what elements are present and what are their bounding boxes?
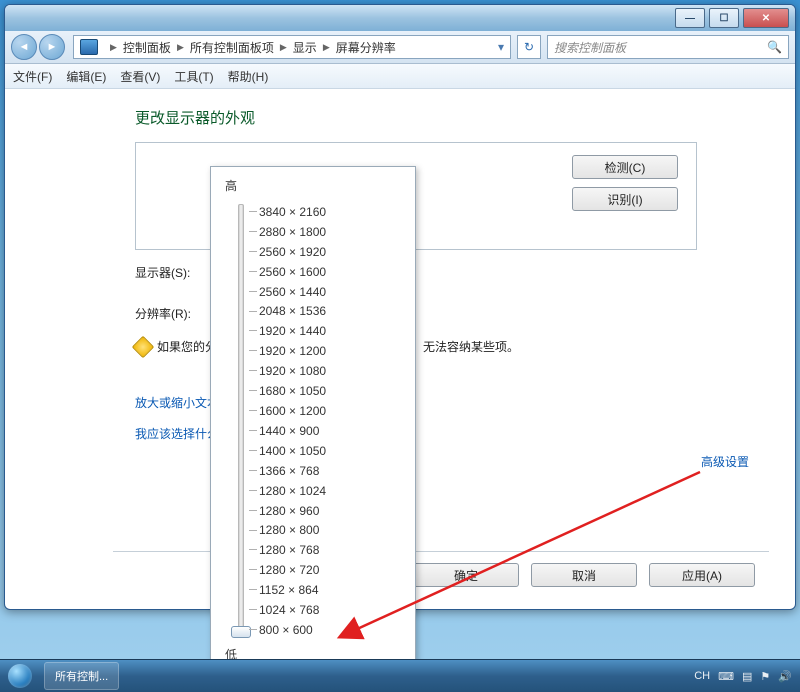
apply-button[interactable]: 应用(A) bbox=[649, 563, 755, 587]
resolution-option[interactable]: 1920 × 1440 bbox=[259, 321, 403, 341]
breadcrumb[interactable]: 所有控制面板项 bbox=[190, 39, 274, 56]
resolution-option-label: 1366 × 768 bbox=[259, 464, 319, 478]
search-input[interactable]: 搜索控制面板 🔍 bbox=[547, 35, 789, 59]
search-placeholder: 搜索控制面板 bbox=[554, 39, 626, 56]
resolution-option[interactable]: 1280 × 768 bbox=[259, 540, 403, 560]
system-tray: CH ⌨ ▤ ⚑ 🔊 bbox=[686, 660, 800, 692]
maximize-button[interactable]: ☐ bbox=[709, 8, 739, 28]
close-button[interactable]: ✕ bbox=[743, 8, 789, 28]
tray-keyboard-icon[interactable]: ⌨ bbox=[718, 670, 734, 683]
titlebar: — ☐ ✕ bbox=[5, 5, 795, 31]
menu-file[interactable]: 文件(F) bbox=[13, 68, 52, 85]
start-button[interactable] bbox=[0, 660, 40, 692]
resolution-option-label: 1280 × 960 bbox=[259, 504, 319, 518]
slider-groove bbox=[238, 204, 244, 638]
resolution-option[interactable]: 1280 × 800 bbox=[259, 521, 403, 541]
resolution-option[interactable]: 1680 × 1050 bbox=[259, 381, 403, 401]
resolution-option[interactable]: 1920 × 1200 bbox=[259, 341, 403, 361]
dropdown-icon[interactable]: ▾ bbox=[498, 40, 504, 54]
ok-button[interactable]: 确定 bbox=[413, 563, 519, 587]
resolution-option[interactable]: 3840 × 2160 bbox=[259, 202, 403, 222]
resolution-option-label: 2560 × 1600 bbox=[259, 265, 326, 279]
tray-network-icon[interactable]: ▤ bbox=[742, 670, 752, 683]
resolution-slider-track[interactable] bbox=[231, 198, 249, 644]
resolution-option[interactable]: 1152 × 864 bbox=[259, 580, 403, 600]
search-icon: 🔍 bbox=[767, 40, 782, 54]
navigation-bar: ◄ ► ▶ 控制面板 ▶ 所有控制面板项 ▶ 显示 ▶ 屏幕分辨率 ▾ ↻ 搜索… bbox=[5, 31, 795, 64]
address-bar[interactable]: ▶ 控制面板 ▶ 所有控制面板项 ▶ 显示 ▶ 屏幕分辨率 ▾ bbox=[73, 35, 511, 59]
resolution-option[interactable]: 1024 × 768 bbox=[259, 600, 403, 620]
resolution-option[interactable]: 1280 × 720 bbox=[259, 560, 403, 580]
resolution-option-label: 1400 × 1050 bbox=[259, 444, 326, 458]
menu-help[interactable]: 帮助(H) bbox=[228, 68, 269, 85]
resolution-option-label: 1280 × 800 bbox=[259, 523, 319, 537]
taskbar: 所有控制... CH ⌨ ▤ ⚑ 🔊 bbox=[0, 659, 800, 692]
taskbar-item[interactable]: 所有控制... bbox=[44, 662, 119, 690]
resolution-option[interactable]: 800 × 600 bbox=[259, 620, 403, 640]
dialog-buttons: 确定 取消 应用(A) bbox=[413, 563, 755, 587]
resolution-option-label: 1280 × 1024 bbox=[259, 484, 326, 498]
tray-flag-icon[interactable]: ⚑ bbox=[760, 670, 770, 683]
language-indicator[interactable]: CH bbox=[694, 670, 710, 682]
menu-tools[interactable]: 工具(T) bbox=[174, 68, 213, 85]
slider-thumb[interactable] bbox=[231, 626, 251, 638]
resolution-option[interactable]: 1600 × 1200 bbox=[259, 401, 403, 421]
resolution-option-label: 1600 × 1200 bbox=[259, 404, 326, 418]
resolution-option[interactable]: 2560 × 1920 bbox=[259, 242, 403, 262]
chevron-right-icon: ▶ bbox=[323, 42, 330, 53]
resolution-option-label: 1280 × 720 bbox=[259, 563, 319, 577]
resolution-option[interactable]: 2560 × 1440 bbox=[259, 282, 403, 302]
chevron-right-icon: ▶ bbox=[110, 42, 117, 53]
resolution-option-label: 3840 × 2160 bbox=[259, 205, 326, 219]
resolution-option[interactable]: 2560 × 1600 bbox=[259, 262, 403, 282]
resolution-option-label: 1024 × 768 bbox=[259, 603, 319, 617]
resolution-option-label: 800 × 600 bbox=[259, 623, 313, 637]
resolution-option[interactable]: 2048 × 1536 bbox=[259, 302, 403, 322]
menu-view[interactable]: 查看(V) bbox=[120, 68, 160, 85]
resolution-option-label: 2048 × 1536 bbox=[259, 304, 326, 318]
warning-text-prefix: 如果您的分 bbox=[157, 338, 217, 355]
menu-edit[interactable]: 编辑(E) bbox=[66, 68, 106, 85]
resolution-option-label: 2560 × 1440 bbox=[259, 285, 326, 299]
control-panel-icon bbox=[80, 39, 98, 55]
tray-volume-icon[interactable]: 🔊 bbox=[778, 670, 792, 683]
windows-orb-icon bbox=[8, 664, 32, 688]
menu-bar: 文件(F) 编辑(E) 查看(V) 工具(T) 帮助(H) bbox=[5, 64, 795, 89]
resolution-option-label: 1152 × 864 bbox=[259, 583, 319, 597]
resolution-option[interactable]: 1440 × 900 bbox=[259, 421, 403, 441]
identify-button[interactable]: 识别(I) bbox=[572, 187, 678, 211]
resolution-option-label: 1440 × 900 bbox=[259, 424, 319, 438]
resolution-option[interactable]: 2880 × 1800 bbox=[259, 222, 403, 242]
resolution-option-label: 1920 × 1440 bbox=[259, 324, 326, 338]
resolution-option[interactable]: 1280 × 1024 bbox=[259, 481, 403, 501]
resolution-option-label: 1920 × 1080 bbox=[259, 364, 326, 378]
resolution-popup: 高 3840 × 2160 2880 × 1800 2560 × 1920 2560 … bbox=[210, 166, 416, 666]
resolution-option[interactable]: 1400 × 1050 bbox=[259, 441, 403, 461]
resolution-option-label: 1680 × 1050 bbox=[259, 384, 326, 398]
refresh-button[interactable]: ↻ bbox=[517, 35, 541, 59]
resolution-option-label: 1920 × 1200 bbox=[259, 344, 326, 358]
forward-button[interactable]: ► bbox=[39, 34, 65, 60]
detect-button[interactable]: 检测(C) bbox=[572, 155, 678, 179]
resolution-option-label: 2880 × 1800 bbox=[259, 225, 326, 239]
breadcrumb[interactable]: 屏幕分辨率 bbox=[336, 39, 396, 56]
slider-label-high: 高 bbox=[225, 177, 403, 194]
resolution-option-label: 2560 × 1920 bbox=[259, 245, 326, 259]
advanced-settings-link[interactable]: 高级设置 bbox=[701, 453, 749, 470]
resolution-option[interactable]: 1920 × 1080 bbox=[259, 361, 403, 381]
warning-text-suffix: 无法容纳某些项。 bbox=[423, 338, 519, 355]
resolution-option-label: 1280 × 768 bbox=[259, 543, 319, 557]
breadcrumb[interactable]: 显示 bbox=[293, 39, 317, 56]
resolution-tick-list: 3840 × 2160 2880 × 1800 2560 × 1920 2560 × … bbox=[249, 198, 403, 644]
page-title: 更改显示器的外观 bbox=[135, 107, 773, 128]
breadcrumb[interactable]: 控制面板 bbox=[123, 39, 171, 56]
chevron-right-icon: ▶ bbox=[280, 42, 287, 53]
chevron-right-icon: ▶ bbox=[177, 42, 184, 53]
minimize-button[interactable]: — bbox=[675, 8, 705, 28]
warning-icon bbox=[132, 335, 155, 358]
cancel-button[interactable]: 取消 bbox=[531, 563, 637, 587]
resolution-option[interactable]: 1280 × 960 bbox=[259, 501, 403, 521]
resolution-option[interactable]: 1366 × 768 bbox=[259, 461, 403, 481]
back-button[interactable]: ◄ bbox=[11, 34, 37, 60]
